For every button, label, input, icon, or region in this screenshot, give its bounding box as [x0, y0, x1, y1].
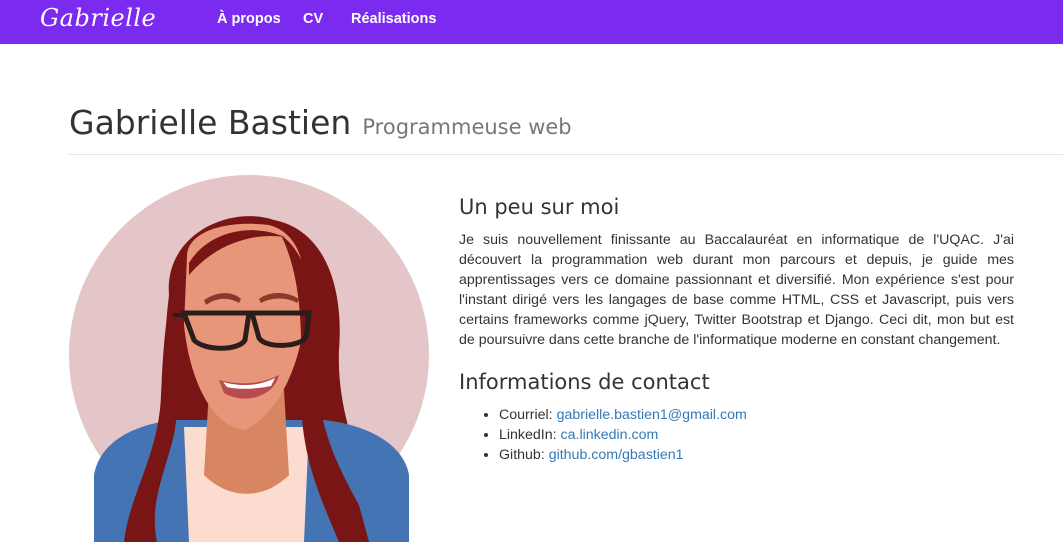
contact-item-linkedin: LinkedIn: ca.linkedin.com: [499, 425, 747, 445]
nav-link-realisations[interactable]: Réalisations: [351, 11, 436, 27]
about-title: Un peu sur moi: [459, 195, 620, 219]
page-title: Gabrielle Bastien: [69, 103, 352, 142]
header-divider: [69, 154, 1063, 155]
page-header: Gabrielle Bastien Programmeuse web: [69, 103, 572, 142]
top-navbar: Gabrielle À propos CV Réalisations: [0, 0, 1063, 44]
about-text: Je suis nouvellement finissante au Bacca…: [459, 232, 1014, 348]
contact-title: Informations de contact: [459, 370, 710, 394]
nav-link-cv[interactable]: CV: [303, 11, 323, 27]
contact-item-courriel: Courriel: gabrielle.bastien1@gmail.com: [499, 405, 747, 425]
nav-link-a-propos[interactable]: À propos: [217, 11, 281, 27]
page-subtitle: Programmeuse web: [362, 115, 572, 139]
contact-label: Courriel:: [499, 407, 557, 423]
avatar-illustration: [69, 175, 431, 542]
contact-item-github: Github: github.com/gbastien1: [499, 445, 747, 465]
email-link[interactable]: gabrielle.bastien1@gmail.com: [557, 407, 747, 423]
contact-label: Github:: [499, 447, 549, 463]
avatar-svg: [69, 175, 429, 542]
contact-list: Courriel: gabrielle.bastien1@gmail.com L…: [499, 405, 747, 465]
brand-logo[interactable]: Gabrielle: [40, 4, 156, 32]
contact-label: LinkedIn:: [499, 427, 561, 443]
github-link[interactable]: github.com/gbastien1: [549, 447, 684, 463]
linkedin-link[interactable]: ca.linkedin.com: [561, 427, 659, 443]
